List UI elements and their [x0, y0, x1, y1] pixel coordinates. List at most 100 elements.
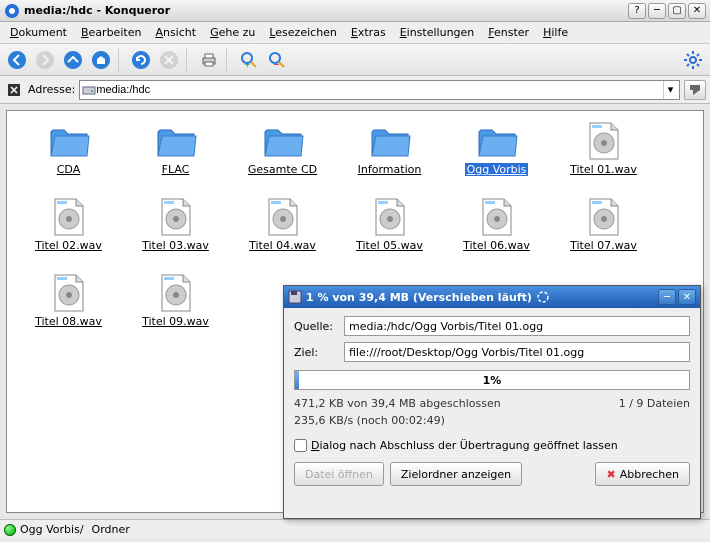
file-item[interactable]: Titel 09.wav [122, 271, 229, 347]
keep-open-input[interactable] [294, 439, 307, 452]
folder-icon [48, 121, 90, 161]
audio-file-icon [155, 273, 197, 313]
stop-button[interactable] [156, 47, 182, 73]
dialog-titlebar[interactable]: 1 % von 39,4 MB (Verschieben läuft) ─ ✕ [284, 286, 700, 308]
progress-dialog: 1 % von 39,4 MB (Verschieben läuft) ─ ✕ … [283, 285, 701, 519]
spinner-icon [536, 290, 550, 304]
file-label: Titel 03.wav [142, 239, 209, 252]
file-label: Titel 06.wav [463, 239, 530, 252]
folder-icon [369, 121, 411, 161]
address-field[interactable]: ▾ [79, 80, 680, 100]
source-field: media:/hdc/Ogg Vorbis/Titel 01.ogg [344, 316, 690, 336]
keep-open-checkbox[interactable]: DDialog nach Abschluss der Übertragung g… [294, 439, 690, 452]
address-label: Adresse: [28, 83, 75, 96]
back-button[interactable] [4, 47, 30, 73]
menu-fenster[interactable]: Fenster [482, 24, 535, 41]
file-item[interactable]: Titel 08.wav [15, 271, 122, 347]
audio-file-icon [48, 273, 90, 313]
toolbar: + − [0, 44, 710, 76]
reload-button[interactable] [128, 47, 154, 73]
menu-dokument[interactable]: Dokument [4, 24, 73, 41]
address-dropdown[interactable]: ▾ [663, 81, 677, 99]
dest-field: file:///root/Desktop/Ogg Vorbis/Titel 01… [344, 342, 690, 362]
zoom-in-button[interactable]: + [236, 47, 262, 73]
dialog-title: 1 % von 39,4 MB (Verschieben läuft) [306, 291, 532, 304]
status-kind: Ordner [92, 523, 130, 536]
svg-text:−: − [273, 60, 280, 69]
folder-item[interactable]: Ogg Vorbis [443, 119, 550, 195]
folder-item[interactable]: Gesamte CD [229, 119, 336, 195]
file-label: Ogg Vorbis [465, 163, 529, 176]
file-item[interactable]: Titel 06.wav [443, 195, 550, 271]
address-input[interactable] [96, 84, 663, 96]
menu-hilfe[interactable]: Hilfe [537, 24, 574, 41]
help-button[interactable]: ? [628, 3, 646, 19]
show-folder-button[interactable]: Zielordner anzeigen [390, 462, 522, 486]
file-item[interactable]: Titel 04.wav [229, 195, 336, 271]
file-label: Information [358, 163, 422, 176]
toolbar-separator [118, 48, 124, 72]
go-button[interactable] [684, 80, 706, 100]
audio-file-icon [476, 197, 518, 237]
toolbar-separator [186, 48, 192, 72]
window-title: media:/hdc - Konqueror [24, 4, 628, 17]
menu-ansicht[interactable]: Ansicht [149, 24, 202, 41]
settings-gear-icon[interactable] [680, 47, 706, 73]
zoom-out-button[interactable]: − [264, 47, 290, 73]
file-label: Titel 02.wav [35, 239, 102, 252]
folder-item[interactable]: FLAC [122, 119, 229, 195]
file-item[interactable]: Titel 05.wav [336, 195, 443, 271]
open-file-button: Datei öffnen [294, 462, 384, 486]
clear-address-button[interactable] [4, 80, 24, 100]
audio-file-icon [48, 197, 90, 237]
file-label: Titel 04.wav [249, 239, 316, 252]
print-button[interactable] [196, 47, 222, 73]
cancel-button[interactable]: ✖Abbrechen [595, 462, 690, 486]
file-label: Gesamte CD [248, 163, 317, 176]
file-label: Titel 01.wav [570, 163, 637, 176]
toolbar-separator [226, 48, 232, 72]
file-label: Titel 07.wav [570, 239, 637, 252]
menu-bearbeiten[interactable]: Bearbeiten [75, 24, 147, 41]
folder-icon [155, 121, 197, 161]
save-icon [288, 290, 302, 304]
file-item[interactable]: Titel 01.wav [550, 119, 657, 195]
svg-text:+: + [244, 60, 251, 69]
audio-file-icon [262, 197, 304, 237]
file-label: FLAC [162, 163, 190, 176]
cancel-icon: ✖ [606, 468, 615, 481]
window-titlebar: media:/hdc - Konqueror ? ─ ▢ ✕ [0, 0, 710, 22]
status-led-icon [4, 524, 16, 536]
menu-lesezeichen[interactable]: Lesezeichen [263, 24, 343, 41]
dialog-minimize-button[interactable]: ─ [658, 289, 676, 305]
menu-einstellungen[interactable]: Einstellungen [394, 24, 481, 41]
folder-item[interactable]: CDA [15, 119, 122, 195]
address-bar: Adresse: ▾ [0, 76, 710, 104]
minimize-button[interactable]: ─ [648, 3, 666, 19]
stats-bytes: 471,2 KB von 39,4 MB abgeschlossen [294, 396, 501, 413]
file-item[interactable]: Titel 03.wav [122, 195, 229, 271]
menu-extras[interactable]: Extras [345, 24, 392, 41]
app-icon [4, 3, 20, 19]
maximize-button[interactable]: ▢ [668, 3, 686, 19]
up-button[interactable] [60, 47, 86, 73]
source-label: Quelle: [294, 320, 338, 333]
stats-files: 1 / 9 Dateien [619, 396, 690, 413]
audio-file-icon [583, 121, 625, 161]
audio-file-icon [155, 197, 197, 237]
audio-file-icon [583, 197, 625, 237]
folder-item[interactable]: Information [336, 119, 443, 195]
statusbar: Ogg Vorbis/ Ordner [0, 519, 710, 539]
menubar: DokumentBearbeitenAnsichtGehe zuLesezeic… [0, 22, 710, 44]
file-item[interactable]: Titel 07.wav [550, 195, 657, 271]
progress-bar: 1% [294, 370, 690, 390]
close-button[interactable]: ✕ [688, 3, 706, 19]
home-button[interactable] [88, 47, 114, 73]
dialog-close-button[interactable]: ✕ [678, 289, 696, 305]
forward-button[interactable] [32, 47, 58, 73]
file-item[interactable]: Titel 02.wav [15, 195, 122, 271]
folder-icon [262, 121, 304, 161]
menu-gehe zu[interactable]: Gehe zu [204, 24, 261, 41]
folder-icon [476, 121, 518, 161]
file-label: CDA [57, 163, 80, 176]
